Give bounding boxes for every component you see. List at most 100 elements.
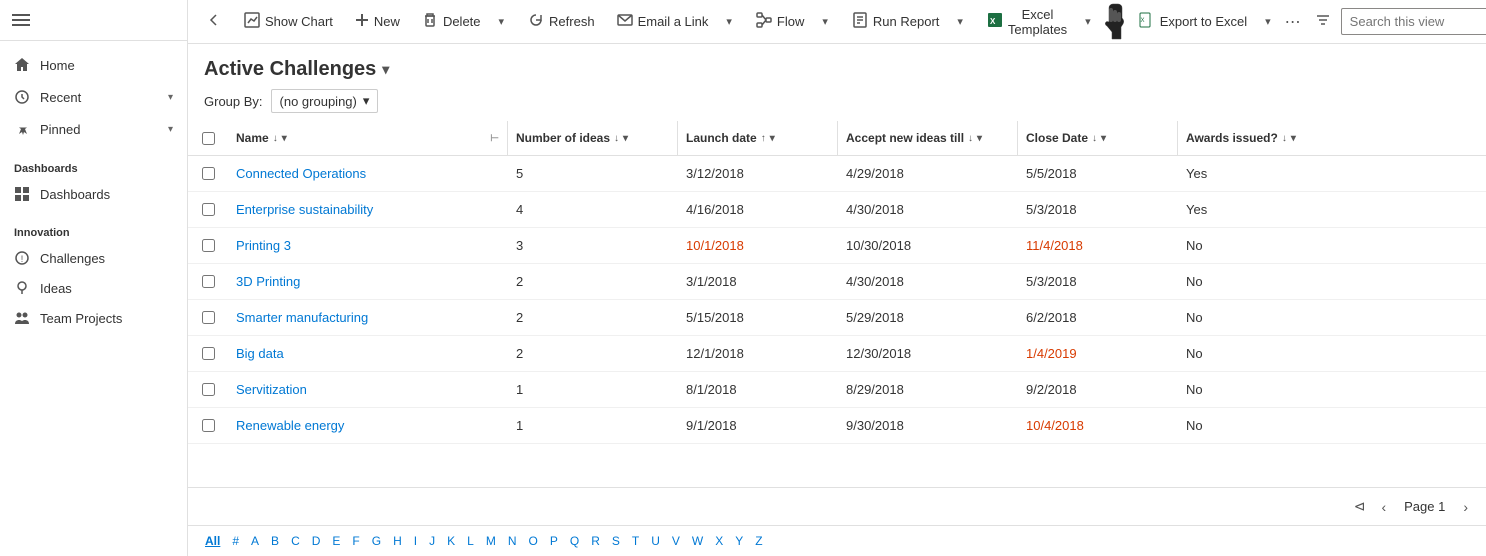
- excel-templates-dropdown-button[interactable]: ▾: [1079, 9, 1097, 34]
- delete-dropdown-button[interactable]: ▾: [493, 9, 511, 34]
- page-prev-button[interactable]: ‹: [1375, 495, 1392, 519]
- row-name-cell: Renewable energy: [228, 408, 508, 443]
- col-accept-label: Accept new ideas till: [846, 131, 964, 145]
- alpha-nav-item[interactable]: R: [586, 532, 605, 550]
- alpha-nav-item[interactable]: G: [367, 532, 386, 550]
- alpha-nav-item[interactable]: A: [246, 532, 264, 550]
- alpha-nav-item[interactable]: All: [200, 532, 225, 550]
- alpha-nav-item[interactable]: W: [687, 532, 708, 550]
- sidebar-item-label: Challenges: [40, 251, 105, 266]
- row-close-cell: 11/4/2018: [1018, 228, 1178, 263]
- alpha-nav-item[interactable]: S: [607, 532, 625, 550]
- email-dropdown-button[interactable]: ▾: [720, 9, 738, 34]
- svg-text:X: X: [1140, 18, 1144, 24]
- alpha-nav-item[interactable]: C: [286, 532, 305, 550]
- sidebar-item-challenges[interactable]: ! Challenges: [0, 243, 187, 273]
- alpha-nav-item[interactable]: V: [667, 532, 685, 550]
- col-header-accept[interactable]: Accept new ideas till ↓ ▾: [838, 121, 1018, 155]
- row-checkbox-cell: [188, 229, 228, 262]
- refresh-button[interactable]: Refresh: [518, 6, 605, 37]
- row-checkbox[interactable]: [202, 347, 215, 360]
- alpha-nav-item[interactable]: E: [327, 532, 345, 550]
- hamburger-menu[interactable]: [12, 14, 32, 26]
- sidebar-item-dashboards[interactable]: Dashboards: [0, 179, 187, 209]
- row-name-link[interactable]: Smarter manufacturing: [236, 310, 368, 325]
- sidebar-item-team-projects[interactable]: Team Projects: [0, 303, 187, 333]
- more-button[interactable]: ⋯: [1279, 6, 1307, 38]
- row-checkbox[interactable]: [202, 311, 215, 324]
- alpha-nav-item[interactable]: Z: [750, 532, 767, 550]
- email-link-button[interactable]: Email a Link: [607, 6, 719, 37]
- row-checkbox[interactable]: [202, 383, 215, 396]
- alpha-nav-item[interactable]: #: [227, 532, 244, 550]
- group-by-select[interactable]: (no grouping) ▾: [271, 89, 379, 113]
- row-launch-cell: 3/12/2018: [678, 156, 838, 191]
- table-row: Enterprise sustainability 4 4/16/2018 4/…: [188, 192, 1486, 228]
- row-name-link[interactable]: Printing 3: [236, 238, 291, 253]
- alpha-nav-item[interactable]: F: [347, 532, 364, 550]
- alpha-nav-item[interactable]: I: [409, 532, 422, 550]
- col-header-launch[interactable]: Launch date ↑ ▾: [678, 121, 838, 155]
- sidebar-item-pinned[interactable]: Pinned ▾: [0, 113, 187, 145]
- alpha-nav-item[interactable]: M: [481, 532, 501, 550]
- row-name-link[interactable]: Connected Operations: [236, 166, 366, 181]
- view-title-chevron-icon[interactable]: ▾: [382, 61, 389, 78]
- new-button[interactable]: New: [345, 7, 410, 36]
- back-button[interactable]: [196, 6, 232, 37]
- alpha-nav-item[interactable]: Q: [565, 532, 584, 550]
- row-name-link[interactable]: Servitization: [236, 382, 307, 397]
- col-header-close[interactable]: Close Date ↓ ▾: [1018, 121, 1178, 155]
- export-dropdown-button[interactable]: ▾: [1259, 9, 1277, 34]
- dashboard-icon: [14, 186, 30, 202]
- row-name-link[interactable]: 3D Printing: [236, 274, 300, 289]
- alpha-nav-item[interactable]: J: [424, 532, 440, 550]
- alpha-nav-item[interactable]: O: [524, 532, 543, 550]
- export-excel-button[interactable]: X Export to Excel: [1129, 6, 1257, 37]
- row-checkbox[interactable]: [202, 419, 215, 432]
- export-excel-icon: X: [1139, 12, 1155, 31]
- alpha-nav-item[interactable]: P: [545, 532, 563, 550]
- row-name-cell: Servitization: [228, 372, 508, 407]
- row-checkbox-cell: [188, 193, 228, 226]
- col-header-awards[interactable]: Awards issued? ↓ ▾: [1178, 121, 1486, 155]
- page-first-button[interactable]: ⊲: [1348, 494, 1372, 519]
- row-name-link[interactable]: Big data: [236, 346, 284, 361]
- row-checkbox[interactable]: [202, 275, 215, 288]
- alpha-nav-item[interactable]: K: [442, 532, 460, 550]
- alpha-nav-item[interactable]: X: [710, 532, 728, 550]
- select-all-checkbox[interactable]: [202, 132, 215, 145]
- alpha-nav-item[interactable]: H: [388, 532, 407, 550]
- row-checkbox[interactable]: [202, 239, 215, 252]
- alpha-nav-item[interactable]: T: [627, 532, 644, 550]
- alpha-nav-item[interactable]: L: [462, 532, 479, 550]
- sidebar-item-ideas[interactable]: Ideas: [0, 273, 187, 303]
- alpha-nav-item[interactable]: D: [307, 532, 326, 550]
- page-next-button[interactable]: ›: [1457, 495, 1474, 519]
- alpha-nav-item[interactable]: Y: [730, 532, 748, 550]
- flow-button[interactable]: Flow: [746, 6, 814, 37]
- sidebar-item-label: Home: [40, 58, 173, 73]
- row-name-link[interactable]: Renewable energy: [236, 418, 344, 433]
- col-header-name[interactable]: Name ↓ ▾ ⊢: [228, 121, 508, 155]
- col-header-ideas[interactable]: Number of ideas ↓ ▾: [508, 121, 678, 155]
- col-awards-label: Awards issued?: [1186, 131, 1278, 145]
- delete-button[interactable]: Delete: [412, 6, 491, 37]
- table-row: Renewable energy 1 9/1/2018 9/30/2018 10…: [188, 408, 1486, 444]
- row-checkbox[interactable]: [202, 203, 215, 216]
- resize-handle-icon[interactable]: ⊢: [490, 133, 499, 144]
- alpha-nav-item[interactable]: U: [646, 532, 665, 550]
- sidebar-item-recent[interactable]: Recent ▾: [0, 81, 187, 113]
- run-report-button[interactable]: Run Report: [842, 6, 949, 37]
- show-chart-button[interactable]: Show Chart: [234, 6, 343, 37]
- filter-button[interactable]: [1309, 6, 1337, 37]
- row-checkbox[interactable]: [202, 167, 215, 180]
- alpha-nav-item[interactable]: N: [503, 532, 522, 550]
- excel-templates-button[interactable]: X Excel Templates: [977, 1, 1077, 43]
- alpha-nav-item[interactable]: B: [266, 532, 284, 550]
- row-name-link[interactable]: Enterprise sustainability: [236, 202, 373, 217]
- search-input[interactable]: [1350, 14, 1486, 29]
- run-report-dropdown-button[interactable]: ▾: [951, 9, 969, 34]
- flow-dropdown-button[interactable]: ▾: [816, 9, 834, 34]
- sidebar-header[interactable]: [0, 0, 187, 41]
- sidebar-item-home[interactable]: Home: [0, 49, 187, 81]
